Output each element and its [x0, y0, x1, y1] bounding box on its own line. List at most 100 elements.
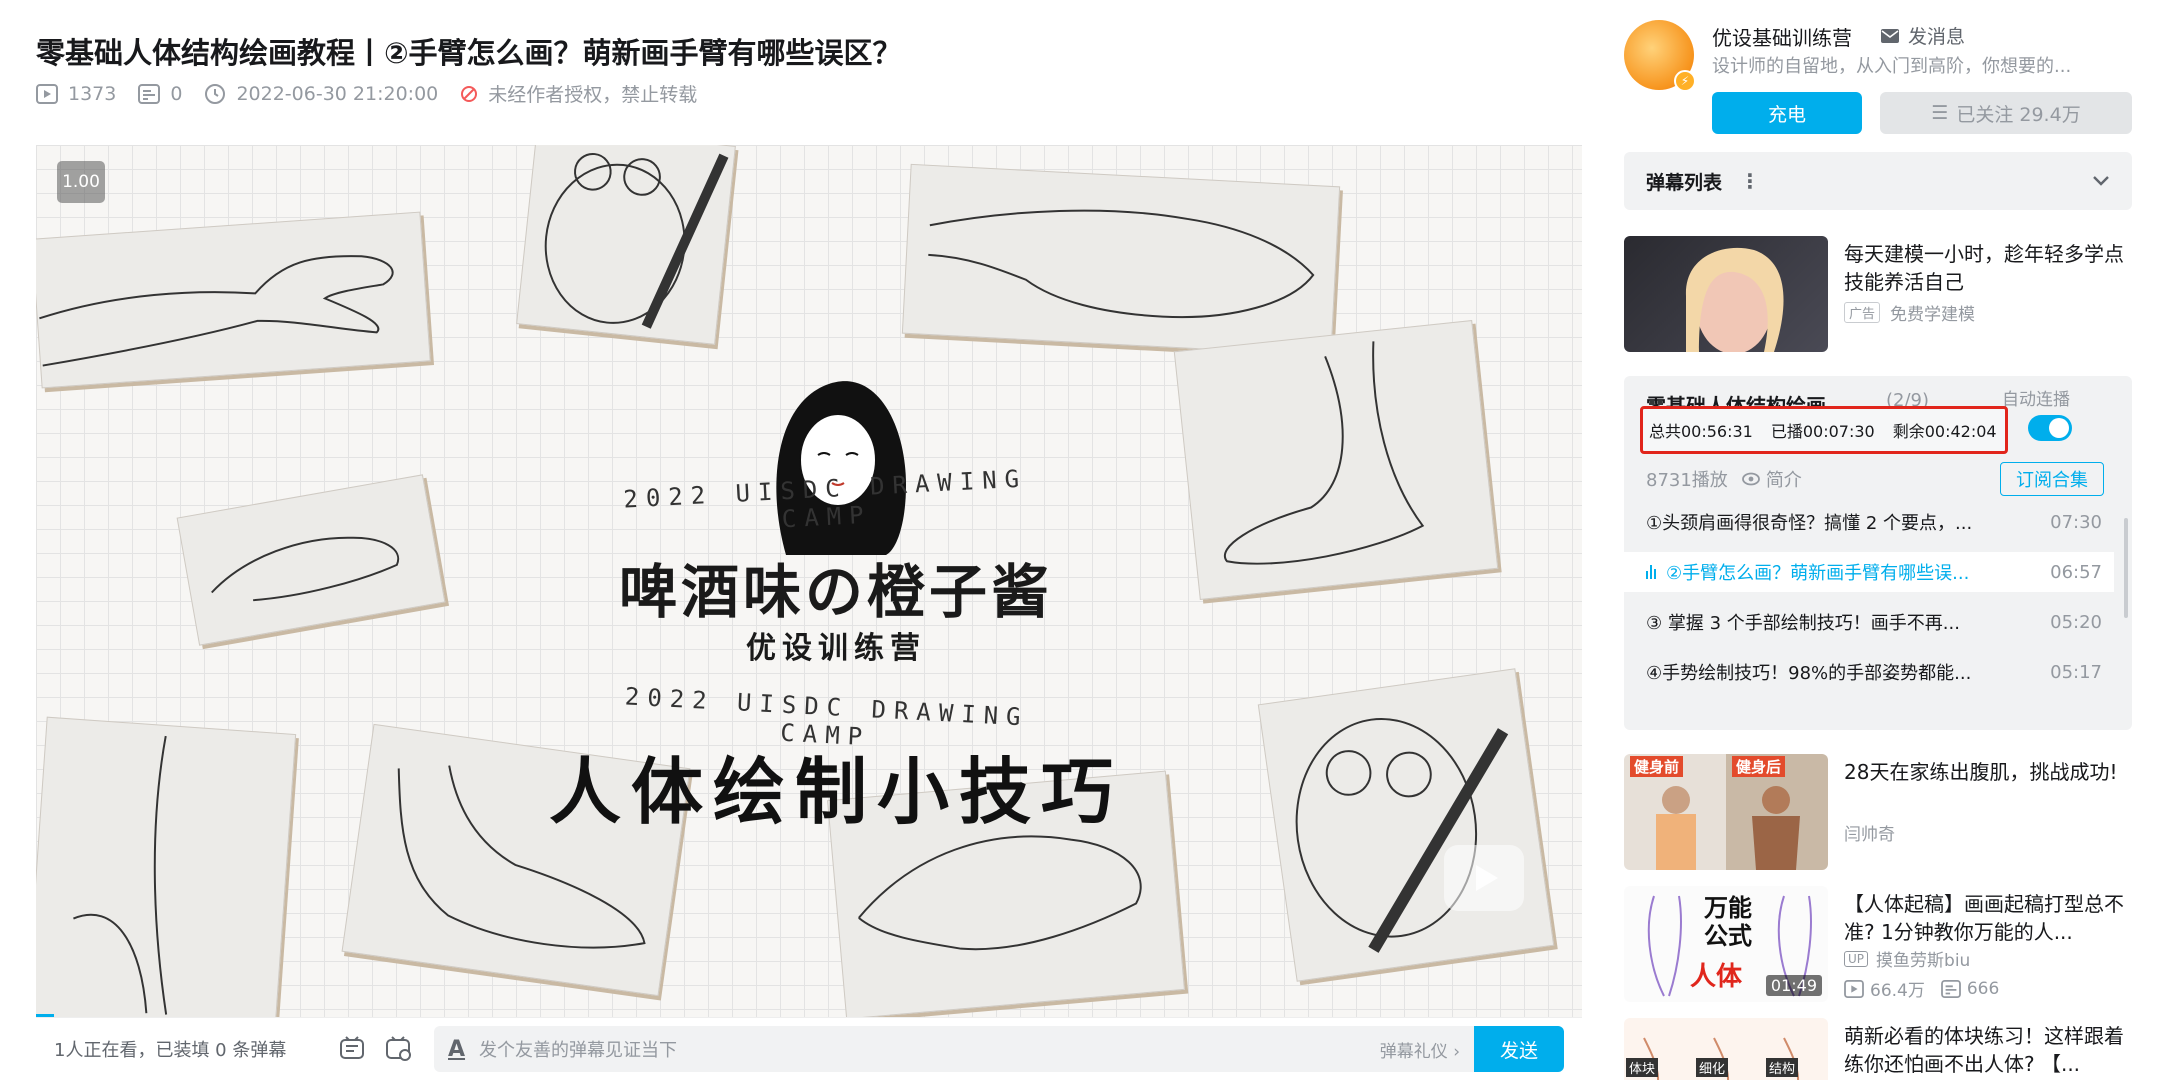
cover-headline: 人体绘制小技巧	[548, 749, 1123, 834]
episode-duration: 07:30	[2050, 511, 2102, 533]
danmaku-placeholder: 发个友善的弹幕见证当下	[479, 1040, 678, 1061]
ad-thumbnail[interactable]	[1624, 236, 1828, 352]
play-count-icon	[1844, 979, 1864, 998]
copyright-notice: 未经作者授权，禁止转载	[460, 80, 697, 107]
send-danmaku-button[interactable]: 发送	[1474, 1026, 1564, 1072]
play-count-icon	[36, 83, 58, 104]
now-playing-icon	[1646, 565, 1658, 579]
episode-item[interactable]: ④手势绘制技巧！98%的手部姿势都能... 05:17	[1624, 652, 2114, 692]
no-repost-icon	[461, 85, 478, 102]
after-label: 健身后	[1732, 756, 1786, 777]
recommend-author[interactable]: 闫帅奇	[1844, 820, 1895, 845]
lightning-badge-icon: ⚡	[1674, 70, 1696, 92]
recommend-title[interactable]: 萌新必看的体块练习！这样跟着练你还怕画不出人体? 【...	[1844, 1022, 2132, 1078]
thumb-label-1: 体块	[1626, 1058, 1659, 1077]
recommend-author-row[interactable]: UP 摸鱼劳斯biu	[1844, 946, 1970, 971]
recommend-card[interactable]: 体块 细化 结构 萌新必看的体块练习！这样跟着练你还怕画不出人体? 【...	[1624, 1018, 2132, 1080]
viewer-status: 1人正在看，已装填 0 条弹幕	[54, 1040, 287, 1061]
right-sidebar: ⚡ 优设基础训练营 发消息 设计师的自留地，从入门到高阶，你想要的... 充电 …	[1624, 0, 2132, 1080]
episode-duration: 06:57	[2050, 561, 2102, 583]
danmaku-list-header[interactable]: 弹幕列表 ⋮	[1624, 152, 2132, 210]
danmaku-font-icon[interactable]: A	[448, 1037, 465, 1062]
followed-button[interactable]: ☰ 已关注 29.4万	[1880, 92, 2132, 134]
thumb-label-2: 细化	[1696, 1058, 1729, 1077]
recommend-stats: 66.4万 666	[1844, 976, 1999, 1001]
intro-label: 简介	[1765, 470, 1802, 491]
danmaku-stat: 0	[138, 83, 182, 105]
episode-title: ①头颈肩画得很奇怪？搞懂 2 个要点，...	[1646, 513, 1973, 534]
cover-title: 啤酒味の橙子酱	[618, 558, 1053, 626]
followed-label: 已关注 29.4万	[1956, 103, 2081, 126]
charge-button[interactable]: 充电	[1712, 92, 1862, 134]
uploader-name[interactable]: 优设基础训练营	[1712, 22, 1852, 51]
recommend-author: 摸鱼劳斯biu	[1876, 951, 1971, 971]
recommend-card[interactable]: 万能 公式 人体 01:49 【人体起稿】画画起稿打型总不准? 1分钟教你万能的…	[1624, 886, 2132, 1004]
thumb-text-line1: 万能	[1704, 894, 1752, 922]
episode-title: ②手臂怎么画？萌新画手臂有哪些误...	[1666, 563, 1970, 584]
send-message-label: 发消息	[1908, 26, 1966, 48]
collection-stats: 8731播放 简介	[1646, 466, 1802, 492]
video-duration: 01:49	[1765, 975, 1822, 996]
publish-time: 2022-06-30 21:20:00	[204, 83, 438, 105]
collection-intro-link[interactable]: 简介	[1741, 466, 1802, 492]
before-label: 健身前	[1630, 756, 1684, 777]
recommend-title[interactable]: 28天在家练出腹肌，挑战成功!	[1844, 758, 2132, 786]
play-button-overlay[interactable]	[1444, 845, 1524, 911]
playback-speed-badge[interactable]: 1.00	[57, 161, 105, 203]
recommend-views: 66.4万	[1870, 981, 1925, 1001]
recommend-card[interactable]: 健身前 健身后 28天在家练出腹肌，挑战成功! 闫帅奇	[1624, 754, 2132, 872]
played-time: 已播00:07:30	[1770, 422, 1875, 441]
episode-item-active[interactable]: ②手臂怎么画？萌新画手臂有哪些误... 06:57	[1624, 552, 2114, 592]
cover-lettering: 2022 UISDC DRAWING CAMP 啤酒味の橙子酱 优设训练营 20…	[36, 145, 1582, 1017]
danmaku-count-icon	[138, 83, 161, 104]
send-message-link[interactable]: 发消息	[1880, 22, 1965, 49]
collection-panel: 零基础人体结构绘画... (2/9) 自动连播 总共00:56:31 已播00:…	[1624, 376, 2132, 730]
thumb-text-line2: 公式	[1704, 922, 1752, 950]
episode-item[interactable]: ①头颈肩画得很奇怪？搞懂 2 个要点，... 07:30	[1624, 502, 2114, 542]
recommend-danmaku: 666	[1966, 978, 2000, 999]
ad-card[interactable]: 每天建模一小时，趁年轻多学点技能养活自己 广告 免费学建模	[1624, 236, 2132, 354]
remaining-time: 剩余00:42:04	[1892, 422, 1997, 441]
views-stat: 1373	[36, 83, 116, 105]
episode-item[interactable]: ③ 掌握 3 个手部绘制技巧！画手不再... 05:20	[1624, 602, 2114, 642]
danmaku-list-label: 弹幕列表	[1646, 171, 1723, 194]
subscribe-collection-button[interactable]: 订阅合集	[2000, 462, 2104, 496]
recommend-thumbnail[interactable]: 体块 细化 结构	[1624, 1018, 1828, 1080]
menu-lines-icon: ☰	[1931, 102, 1949, 124]
publish-datetime: 2022-06-30 21:20:00	[236, 82, 439, 105]
camp-text-top: 2022 UISDC DRAWING CAMP	[622, 464, 1028, 534]
autoplay-toggle[interactable]	[2028, 415, 2072, 441]
up-tag-icon: UP	[1844, 950, 1869, 967]
collection-time-summary: 总共00:56:31 已播00:07:30 剩余00:42:04	[1640, 406, 2008, 454]
recommend-title[interactable]: 【人体起稿】画画起稿打型总不准? 1分钟教你万能的人...	[1844, 890, 2132, 946]
danmaku-send-bar: 1人正在看，已装填 0 条弹幕 A 发个友善的弹幕见证当下 弹幕礼仪 › 发送	[36, 1017, 1582, 1080]
danmaku-etiquette-link[interactable]: 弹幕礼仪 ›	[1380, 1037, 1460, 1062]
recommend-thumbnail[interactable]: 健身前 健身后	[1624, 754, 1828, 870]
cover-subtitle: 优设训练营	[746, 631, 926, 666]
ad-tag: 广告	[1844, 302, 1881, 323]
autoplay-label: 自动连播	[2002, 390, 2070, 410]
thumb-label-3: 结构	[1766, 1058, 1799, 1077]
danmaku-count: 0	[170, 82, 183, 105]
danmaku-toggle-icon[interactable]	[336, 1032, 370, 1066]
video-title: 零基础人体结构绘画教程丨②手臂怎么画？萌新画手臂有哪些误区？	[36, 36, 902, 70]
danmaku-settings-icon[interactable]	[382, 1032, 416, 1066]
eye-icon	[1741, 472, 1760, 486]
danmaku-input[interactable]: A 发个友善的弹幕见证当下 弹幕礼仪 ›	[434, 1026, 1474, 1072]
recommend-thumbnail[interactable]: 万能 公式 人体 01:49	[1624, 886, 1828, 1002]
uploader-description: 设计师的自留地，从入门到高阶，你想要的...	[1712, 56, 2072, 77]
episode-duration: 05:20	[2050, 611, 2102, 633]
video-player[interactable]: 2022 UISDC DRAWING CAMP 啤酒味の橙子酱 优设训练营 20…	[36, 145, 1582, 1017]
thumb-text-line3: 人体	[1690, 962, 1743, 992]
episode-title: ③ 掌握 3 个手部绘制技巧！画手不再...	[1646, 613, 1960, 634]
chevron-down-icon[interactable]	[2092, 175, 2110, 187]
ad-title[interactable]: 每天建模一小时，趁年轻多学点技能养活自己	[1844, 240, 2132, 296]
collection-scrollbar[interactable]	[2124, 518, 2128, 618]
collection-plays: 8731播放	[1646, 470, 1728, 491]
total-time: 总共00:56:31	[1649, 422, 1753, 441]
copyright-text: 未经作者授权，禁止转载	[488, 84, 698, 106]
ad-source: 免费学建模	[1890, 305, 1976, 325]
episode-duration: 05:17	[2050, 661, 2102, 683]
more-options-icon[interactable]: ⋮	[1740, 169, 1760, 193]
video-meta: 1373 0 2022-06-30 21:20:00 未经作者授权，禁止转载	[36, 80, 719, 107]
